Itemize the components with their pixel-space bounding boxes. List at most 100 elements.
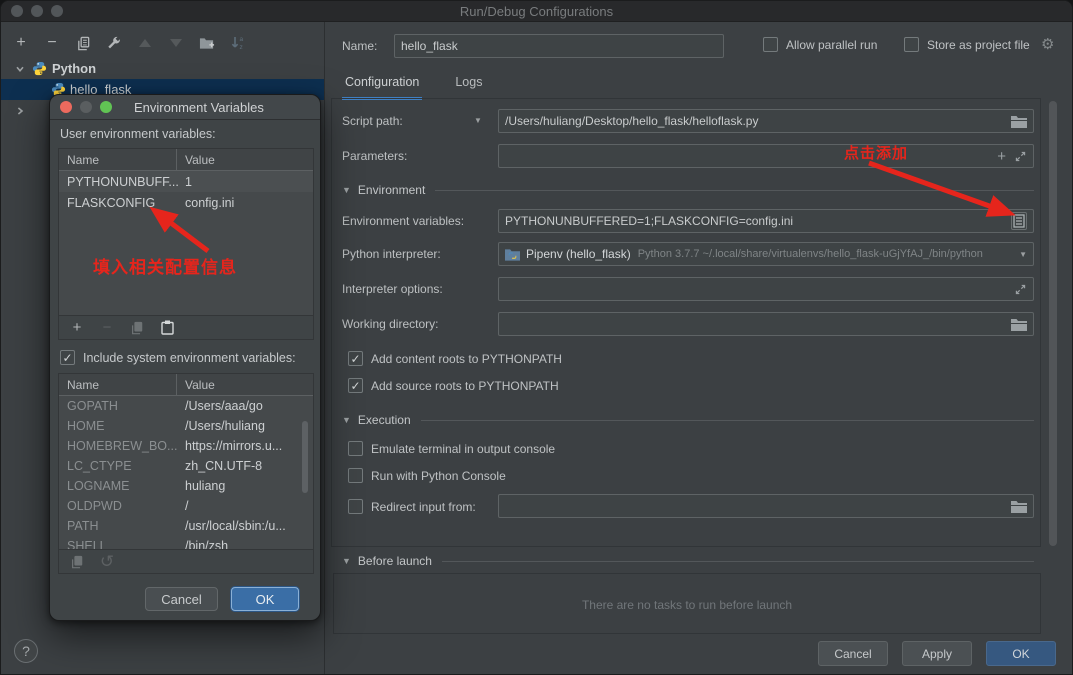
- interpreter-options-input[interactable]: [498, 277, 1034, 301]
- ok-button[interactable]: OK: [986, 641, 1056, 666]
- table-row[interactable]: FLASKCONFIG config.ini: [59, 192, 313, 213]
- execution-section-header[interactable]: ▼ Execution: [342, 413, 1034, 427]
- expand-field-icon[interactable]: [1014, 283, 1027, 296]
- gear-icon[interactable]: ⚙: [1041, 35, 1054, 53]
- popup-titlebar: Environment Variables: [50, 95, 320, 120]
- apply-button[interactable]: Apply: [902, 641, 972, 666]
- table-row[interactable]: PYTHONUNBUFF... 1: [59, 171, 313, 192]
- table-row[interactable]: GOPATH/Users/aaa/go: [59, 396, 313, 416]
- reset-variables-icon[interactable]: ↺: [99, 554, 115, 570]
- script-path-type-chevron-icon[interactable]: ▼: [474, 116, 482, 125]
- add-content-roots-label: Add content roots to PYTHONPATH: [371, 352, 562, 366]
- before-launch-task-list: There are no tasks to run before launch: [333, 573, 1041, 634]
- vertical-scrollbar[interactable]: [1049, 101, 1057, 546]
- table-row[interactable]: HOMEBREW_BO...https://mirrors.u...: [59, 436, 313, 456]
- popup-minimize-button[interactable]: [80, 101, 92, 113]
- section-rule: [421, 420, 1034, 421]
- copy-variable-icon[interactable]: [69, 554, 85, 570]
- copy-variable-icon[interactable]: [129, 320, 145, 336]
- system-env-vars-table: Name Value GOPATH/Users/aaa/go HOME/User…: [58, 373, 314, 574]
- script-path-input[interactable]: /Users/huliang/Desktop/hello_flask/hello…: [498, 109, 1034, 133]
- tree-node-python-label: Python: [52, 61, 96, 76]
- add-macro-icon[interactable]: +: [997, 148, 1006, 165]
- emulate-terminal-label: Emulate terminal in output console: [371, 442, 555, 456]
- chevron-down-icon[interactable]: [13, 64, 27, 74]
- allow-parallel-run-checkbox[interactable]: Allow parallel run: [763, 37, 877, 52]
- python-interpreter-label: Python interpreter:: [342, 247, 441, 261]
- popup-close-button[interactable]: [60, 101, 72, 113]
- browse-folder-icon[interactable]: [1011, 318, 1027, 331]
- popup-cancel-button[interactable]: Cancel: [145, 587, 218, 611]
- python-interpreter-select[interactable]: Pipenv (hello_flask) Python 3.7.7 ~/.loc…: [498, 242, 1034, 266]
- table-row[interactable]: OLDPWD/: [59, 496, 313, 516]
- paste-variable-icon[interactable]: [159, 320, 175, 336]
- add-content-roots-checkbox[interactable]: ✓ Add content roots to PYTHONPATH: [348, 351, 562, 366]
- remove-variable-icon[interactable]: −: [99, 320, 115, 336]
- working-directory-input[interactable]: [498, 312, 1034, 336]
- user-env-vars-table: Name Value PYTHONUNBUFF... 1 FLASKCONFIG…: [58, 148, 314, 340]
- expand-field-icon[interactable]: [1014, 150, 1027, 163]
- add-source-roots-checkbox[interactable]: ✓ Add source roots to PYTHONPATH: [348, 378, 559, 393]
- window-title: Run/Debug Configurations: [1, 4, 1072, 19]
- checkbox-icon: [763, 37, 778, 52]
- before-launch-section-header[interactable]: ▼ Before launch: [342, 554, 1034, 568]
- cancel-button[interactable]: Cancel: [818, 641, 888, 666]
- checkbox-checked-icon: ✓: [60, 350, 75, 365]
- sort-configurations-icon[interactable]: az: [230, 35, 246, 51]
- chevron-down-icon[interactable]: ▼: [1019, 250, 1027, 259]
- move-down-icon[interactable]: [168, 35, 184, 51]
- redirect-input-checkbox[interactable]: Redirect input from:: [348, 499, 476, 514]
- table-row[interactable]: PATH/usr/local/sbin:/u...: [59, 516, 313, 536]
- table-body: PYTHONUNBUFF... 1 FLASKCONFIG config.ini: [59, 171, 313, 315]
- allow-parallel-run-label: Allow parallel run: [786, 38, 877, 52]
- name-input[interactable]: hello_flask: [394, 34, 724, 58]
- name-column-header[interactable]: Name: [59, 149, 177, 170]
- name-column-header[interactable]: Name: [59, 374, 177, 395]
- add-configuration-icon[interactable]: +: [13, 35, 29, 51]
- table-row[interactable]: HOME/Users/huliang: [59, 416, 313, 436]
- emulate-terminal-checkbox[interactable]: Emulate terminal in output console: [348, 441, 555, 456]
- edit-environment-variables-button[interactable]: [1011, 212, 1027, 230]
- environment-variables-input[interactable]: PYTHONUNBUFFERED=1;FLASKCONFIG=config.in…: [498, 209, 1034, 233]
- table-row[interactable]: LC_CTYPEzh_CN.UTF-8: [59, 456, 313, 476]
- table-row[interactable]: SHELL/bin/zsh: [59, 536, 313, 549]
- browse-folder-icon[interactable]: [1011, 115, 1027, 128]
- tab-configuration[interactable]: Configuration: [342, 71, 422, 100]
- remove-configuration-icon[interactable]: −: [44, 35, 60, 51]
- redirect-input-input[interactable]: [498, 494, 1034, 518]
- environment-section-header[interactable]: ▼ Environment: [342, 183, 1034, 197]
- annotation-fill-config-info: 填入相关配置信息: [93, 253, 237, 278]
- checkbox-checked-icon: ✓: [348, 378, 363, 393]
- move-up-icon[interactable]: [137, 35, 153, 51]
- table-row[interactable]: LOGNAMEhuliang: [59, 476, 313, 496]
- run-with-python-console-checkbox[interactable]: Run with Python Console: [348, 468, 506, 483]
- copy-configuration-icon[interactable]: [75, 35, 91, 51]
- popup-title: Environment Variables: [134, 100, 264, 115]
- svg-text:a: a: [240, 36, 244, 43]
- create-folder-icon[interactable]: [199, 35, 215, 51]
- value-column-header[interactable]: Value: [177, 378, 313, 392]
- script-path-value: /Users/huliang/Desktop/hello_flask/hello…: [505, 114, 1011, 128]
- value-column-header[interactable]: Value: [177, 153, 313, 167]
- popup-ok-button[interactable]: OK: [231, 587, 299, 611]
- sidebar-toolbar: + − az: [13, 32, 246, 54]
- include-system-vars-checkbox[interactable]: ✓ Include system environment variables:: [60, 350, 296, 365]
- chevron-right-icon[interactable]: [13, 106, 27, 116]
- svg-text:z: z: [240, 44, 243, 51]
- name-label: Name:: [342, 39, 377, 53]
- parameters-input[interactable]: +: [498, 144, 1034, 168]
- browse-folder-icon[interactable]: [1011, 500, 1027, 513]
- table-header-row: Name Value: [59, 149, 313, 171]
- popup-zoom-button[interactable]: [100, 101, 112, 113]
- store-as-project-file-checkbox[interactable]: Store as project file: [904, 37, 1030, 52]
- tree-node-python[interactable]: Python: [1, 58, 324, 79]
- add-variable-icon[interactable]: +: [69, 320, 85, 336]
- edit-templates-icon[interactable]: [106, 35, 122, 51]
- tab-logs[interactable]: Logs: [452, 71, 485, 100]
- name-value: hello_flask: [401, 39, 717, 53]
- before-launch-section-label: Before launch: [358, 554, 432, 568]
- checkbox-icon: [348, 499, 363, 514]
- help-button[interactable]: ?: [14, 639, 38, 663]
- table-body: GOPATH/Users/aaa/go HOME/Users/huliang H…: [59, 396, 313, 549]
- table-scrollbar[interactable]: [302, 421, 308, 493]
